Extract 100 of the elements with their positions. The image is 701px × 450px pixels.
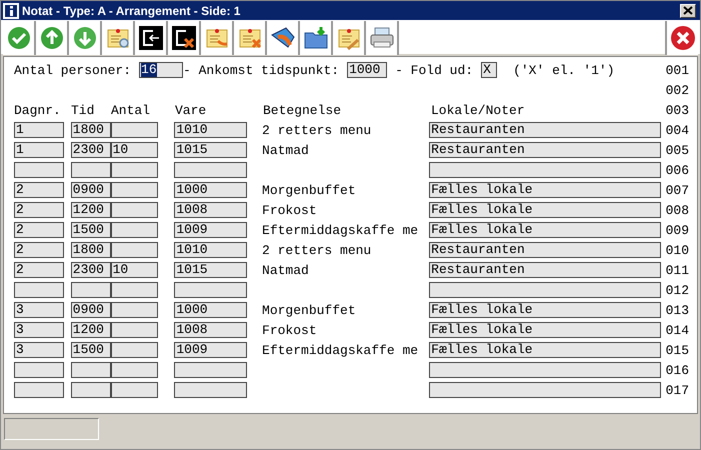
item-description: Morgenbuffet xyxy=(262,182,357,198)
input-field[interactable]: 1015 xyxy=(174,142,248,158)
input-field[interactable]: 1800 xyxy=(70,122,111,138)
input-field[interactable] xyxy=(110,202,158,218)
line-number: 002 xyxy=(664,82,689,98)
input-field[interactable] xyxy=(70,162,111,178)
input-field[interactable] xyxy=(110,282,158,298)
input-field[interactable]: 2 xyxy=(14,202,64,218)
input-field[interactable] xyxy=(110,222,158,238)
input-field[interactable] xyxy=(429,382,662,398)
line-number: 012 xyxy=(664,282,689,298)
toolbar-button[interactable] xyxy=(267,21,300,55)
input-field[interactable]: Restauranten xyxy=(429,262,662,278)
line-number: 017 xyxy=(664,382,689,398)
input-field[interactable] xyxy=(174,382,248,398)
input-field[interactable] xyxy=(70,362,111,378)
input-field[interactable]: Fælles lokale xyxy=(429,202,662,218)
input-field[interactable]: Fælles lokale xyxy=(429,342,662,358)
input-field[interactable]: 1008 xyxy=(174,202,248,218)
cancel-button[interactable] xyxy=(665,21,698,55)
input-field[interactable]: 1000 xyxy=(174,182,248,198)
input-field[interactable]: 3 xyxy=(14,322,64,338)
input-field[interactable]: 1800 xyxy=(70,242,111,258)
input-field[interactable]: 10 xyxy=(110,142,158,158)
column-header: Lokale/Noter xyxy=(431,102,525,118)
input-field[interactable]: 2 xyxy=(14,242,64,258)
input-field[interactable] xyxy=(174,162,248,178)
input-field[interactable] xyxy=(174,362,248,378)
input-field[interactable]: 2 xyxy=(14,182,64,198)
input-field[interactable]: 2 xyxy=(14,262,64,278)
line-number: 005 xyxy=(664,142,689,158)
input-field[interactable]: 1015 xyxy=(174,262,248,278)
line-number: 015 xyxy=(664,342,689,358)
input-field[interactable]: 1009 xyxy=(174,342,248,358)
input-field[interactable]: 0900 xyxy=(70,302,111,318)
item-description: Natmad xyxy=(262,262,310,278)
field-label: Antal personer: xyxy=(14,62,132,78)
column-header: Betegnelse xyxy=(263,102,342,118)
input-field[interactable]: 2300 xyxy=(70,262,111,278)
exit-door-icon xyxy=(138,25,164,51)
input-field[interactable]: Fælles lokale xyxy=(429,302,662,318)
input-field[interactable] xyxy=(110,362,158,378)
input-field[interactable]: Fælles lokale xyxy=(429,222,662,238)
line-number: 013 xyxy=(664,302,689,318)
input-field[interactable]: 1200 xyxy=(70,322,111,338)
input-field[interactable] xyxy=(70,282,111,298)
input-field[interactable]: 1000 xyxy=(347,62,388,78)
input-field[interactable]: 3 xyxy=(14,342,64,358)
input-field[interactable]: 0900 xyxy=(70,182,111,198)
input-field[interactable]: Restauranten xyxy=(429,142,662,158)
input-field[interactable] xyxy=(70,382,111,398)
input-field[interactable]: 1 xyxy=(14,122,64,138)
close-icon xyxy=(670,25,696,51)
input-field[interactable] xyxy=(110,322,158,338)
toolbar-button[interactable] xyxy=(135,21,168,55)
input-field[interactable] xyxy=(110,382,158,398)
input-field[interactable] xyxy=(110,342,158,358)
input-field[interactable] xyxy=(110,182,158,198)
input-field[interactable]: 1500 xyxy=(70,222,111,238)
input-field[interactable]: 2300 xyxy=(70,142,111,158)
input-field[interactable] xyxy=(14,282,64,298)
input-field[interactable]: Restauranten xyxy=(429,122,662,138)
column-header: Dagnr. xyxy=(14,102,62,118)
item-description: Frokost xyxy=(262,322,318,338)
input-field[interactable] xyxy=(110,162,158,178)
line-number: 001 xyxy=(664,62,689,78)
field-label: - Fold ud: xyxy=(395,62,474,78)
input-field[interactable]: 1008 xyxy=(174,322,248,338)
input-field[interactable]: 3 xyxy=(14,302,64,318)
input-field[interactable] xyxy=(110,122,158,138)
input-field[interactable]: 16 xyxy=(139,62,184,78)
input-field[interactable]: Fælles lokale xyxy=(429,322,662,338)
input-field[interactable] xyxy=(429,282,662,298)
toolbar-button[interactable] xyxy=(168,21,201,55)
input-field[interactable]: X xyxy=(481,62,498,78)
input-field[interactable]: 1010 xyxy=(174,242,248,258)
input-field[interactable]: 1010 xyxy=(174,122,248,138)
input-field[interactable]: 10 xyxy=(110,262,158,278)
line-number: 008 xyxy=(664,202,689,218)
input-field[interactable]: 2 xyxy=(14,222,64,238)
input-field[interactable]: Restauranten xyxy=(429,242,662,258)
input-field[interactable] xyxy=(110,242,158,258)
toolbar-button[interactable] xyxy=(300,21,333,55)
input-field[interactable]: 1 xyxy=(14,142,64,158)
input-field[interactable] xyxy=(110,302,158,318)
input-field[interactable]: 1000 xyxy=(174,302,248,318)
input-field[interactable] xyxy=(429,362,662,378)
input-field[interactable] xyxy=(14,382,64,398)
input-field[interactable]: Fælles lokale xyxy=(429,182,662,198)
input-field[interactable]: 1009 xyxy=(174,222,248,238)
line-number: 003 xyxy=(664,102,689,118)
input-field[interactable] xyxy=(14,362,64,378)
input-field[interactable]: 1200 xyxy=(70,202,111,218)
close-button[interactable] xyxy=(680,4,696,18)
input-field[interactable] xyxy=(14,162,64,178)
field-label: - Ankomst tidspunkt: xyxy=(183,62,340,78)
input-field[interactable] xyxy=(174,282,248,298)
input-field[interactable]: 1500 xyxy=(70,342,111,358)
window-title: Notat - Type: A - Arrangement - Side: 1 xyxy=(22,4,242,18)
input-field[interactable] xyxy=(429,162,662,178)
